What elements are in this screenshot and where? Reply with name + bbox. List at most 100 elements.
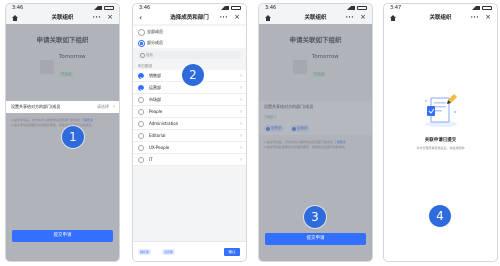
status-bar: 3:47 <box>384 4 497 12</box>
nav-bar: ‹ 选择成员和部门 ··· × <box>133 12 246 24</box>
nav-title: 选择成员和部门 <box>170 15 209 21</box>
search-input[interactable]: 搜索 <box>138 51 241 59</box>
share-scope-label: 设置共享给对方的部门/成员 <box>264 104 314 109</box>
checkbox-icon[interactable] <box>138 133 144 139</box>
dept-item[interactable]: Editorial › <box>133 130 246 142</box>
signal-icon <box>472 6 480 10</box>
selected-chip[interactable]: 运营部 <box>290 125 310 132</box>
selected-departments: 销售部 运营部 <box>259 121 372 135</box>
status-time: 3:46 <box>139 5 151 11</box>
success-title: 关联申请已提交 <box>424 138 457 143</box>
close-icon[interactable]: × <box>234 11 240 23</box>
dept-item[interactable]: Administration › <box>133 118 246 130</box>
more-icon[interactable]: ··· <box>93 12 101 24</box>
battery-icon <box>104 6 114 10</box>
chevron-right-icon[interactable]: › <box>240 94 242 106</box>
nav-title: 关联组织 <box>304 15 327 21</box>
nav-title: 关联组织 <box>51 15 74 21</box>
chevron-right-icon[interactable]: › <box>240 70 242 82</box>
battery-icon <box>357 6 367 10</box>
selected-chip[interactable]: 销售部 <box>264 125 284 132</box>
nav-bar: 关联组织 ··· × <box>6 12 119 24</box>
home-icon[interactable] <box>390 15 396 21</box>
selected-chip[interactable]: 销售部 <box>138 249 152 255</box>
chevron-right-icon[interactable]: › <box>240 118 242 130</box>
close-icon[interactable]: × <box>360 11 366 23</box>
org-name: Tomorrow <box>312 54 339 60</box>
dept-section-label: 下属部门 <box>259 113 372 121</box>
confirm-button[interactable]: 确认 <box>224 248 240 256</box>
org-card: Tomorrow 已认证 <box>40 54 119 79</box>
screen-1: 3:46 关联组织 ··· × 申请关联如下组织 Tomorrow 已认证 设置… <box>5 3 120 262</box>
org-logo <box>293 59 307 74</box>
signal-icon <box>221 6 229 10</box>
submit-request-button[interactable]: 提交申请 <box>265 233 366 245</box>
note-2: 2.提交申请后需要对方管理员审核，审核通过后即可关联成功 <box>11 123 92 127</box>
chevron-right-icon[interactable]: › <box>240 142 242 154</box>
status-time: 3:46 <box>265 5 277 11</box>
more-icon[interactable]: ··· <box>471 12 479 24</box>
checkbox-icon[interactable] <box>138 157 144 163</box>
chevron-right-icon: › <box>113 104 115 110</box>
step-marker-3: 3 <box>304 206 326 228</box>
chevron-right-icon[interactable]: › <box>240 82 242 94</box>
learn-more-link[interactable]: 了解更多 <box>334 140 346 144</box>
screen-3: 3:46 关联组织 ··· × 申请关联如下组织 Tomorrow 已认证 设置… <box>258 3 373 262</box>
status-time: 3:47 <box>390 5 402 11</box>
screen-2: 3:46 ‹ 选择成员和部门 ··· × 全部成员 部分成员 搜索 明日集团 销… <box>132 3 247 262</box>
option-all-members[interactable]: 全部成员 <box>133 26 246 37</box>
org-card: Tomorrow 已认证 <box>293 54 372 79</box>
checkbox-icon[interactable] <box>138 97 144 103</box>
request-notes: 1.提交申请后，对方将可以看到你设置的部门和成员 了解更多 2.提交申请后需要对… <box>6 113 119 128</box>
nav-title: 关联组织 <box>429 15 452 21</box>
dept-item[interactable]: UX-People › <box>133 142 246 154</box>
share-scope-value: 请选择 <box>97 104 109 109</box>
signal-icon <box>347 6 355 10</box>
dept-item[interactable]: IT › <box>133 154 246 166</box>
share-scope-row[interactable]: 设置共享给对方的部门/成员 请选择 › <box>6 101 119 113</box>
battery-icon <box>482 6 492 10</box>
back-icon[interactable]: ‹ <box>139 12 142 24</box>
status-time: 3:46 <box>12 5 24 11</box>
home-icon[interactable] <box>265 15 271 21</box>
dept-item[interactable]: 市场部 › <box>133 94 246 106</box>
selected-chip[interactable]: 运营部 <box>162 249 176 255</box>
checkbox-icon[interactable] <box>138 121 144 127</box>
status-bar: 3:46 <box>6 4 119 12</box>
chevron-right-icon[interactable]: › <box>240 106 242 118</box>
chevron-right-icon[interactable]: › <box>240 154 242 166</box>
more-icon[interactable]: ··· <box>346 12 354 24</box>
step-marker-4: 4 <box>429 205 451 227</box>
checkbox-icon[interactable] <box>138 85 144 91</box>
success-desc: 对方管理员审核通过后，将会通知你 <box>416 146 465 150</box>
request-notes: 1.提交申请后，对方将可以看到你设置的部门和成员 了解更多 2.提交申请后需要对… <box>259 135 372 150</box>
share-scope-row[interactable]: 设置共享给对方的部门/成员 <box>259 101 372 113</box>
chevron-right-icon[interactable]: › <box>240 130 242 142</box>
close-icon[interactable]: × <box>485 11 491 23</box>
signal-icon <box>94 6 102 10</box>
submit-request-button[interactable]: 提交申请 <box>12 230 113 242</box>
checkbox-icon[interactable] <box>138 145 144 151</box>
share-scope-label: 设置共享给对方的部门/成员 <box>11 104 61 109</box>
screen-4: 3:47 关联组织 ··· × 关联申请已提交 对方管理员审核通过后，将会通知你… <box>383 3 498 262</box>
status-bar: 3:46 <box>259 4 372 12</box>
more-icon[interactable]: ··· <box>220 12 228 24</box>
status-bar: 3:46 <box>133 4 246 12</box>
selection-footer: 销售部 运营部 确认 <box>133 241 246 261</box>
home-icon[interactable] <box>12 15 18 21</box>
note-2: 2.提交申请后需要对方管理员审核，审核通过后即可关联成功 <box>264 145 345 149</box>
checkbox-icon[interactable] <box>138 73 144 79</box>
org-logo <box>40 59 54 74</box>
document-submitted-icon <box>425 94 457 127</box>
verified-badge: 已认证 <box>59 72 74 77</box>
option-some-members[interactable]: 部分成员 <box>133 37 246 48</box>
step-marker-2: 2 <box>182 64 204 86</box>
learn-more-link[interactable]: 了解更多 <box>81 118 93 122</box>
org-name: Tomorrow <box>59 54 86 60</box>
verified-badge: 已认证 <box>312 72 327 77</box>
close-icon[interactable]: × <box>107 11 113 23</box>
checkbox-icon[interactable] <box>138 109 144 115</box>
nav-bar: 关联组织 ··· × <box>259 12 372 24</box>
dept-item[interactable]: People › <box>133 106 246 118</box>
battery-icon <box>231 6 241 10</box>
